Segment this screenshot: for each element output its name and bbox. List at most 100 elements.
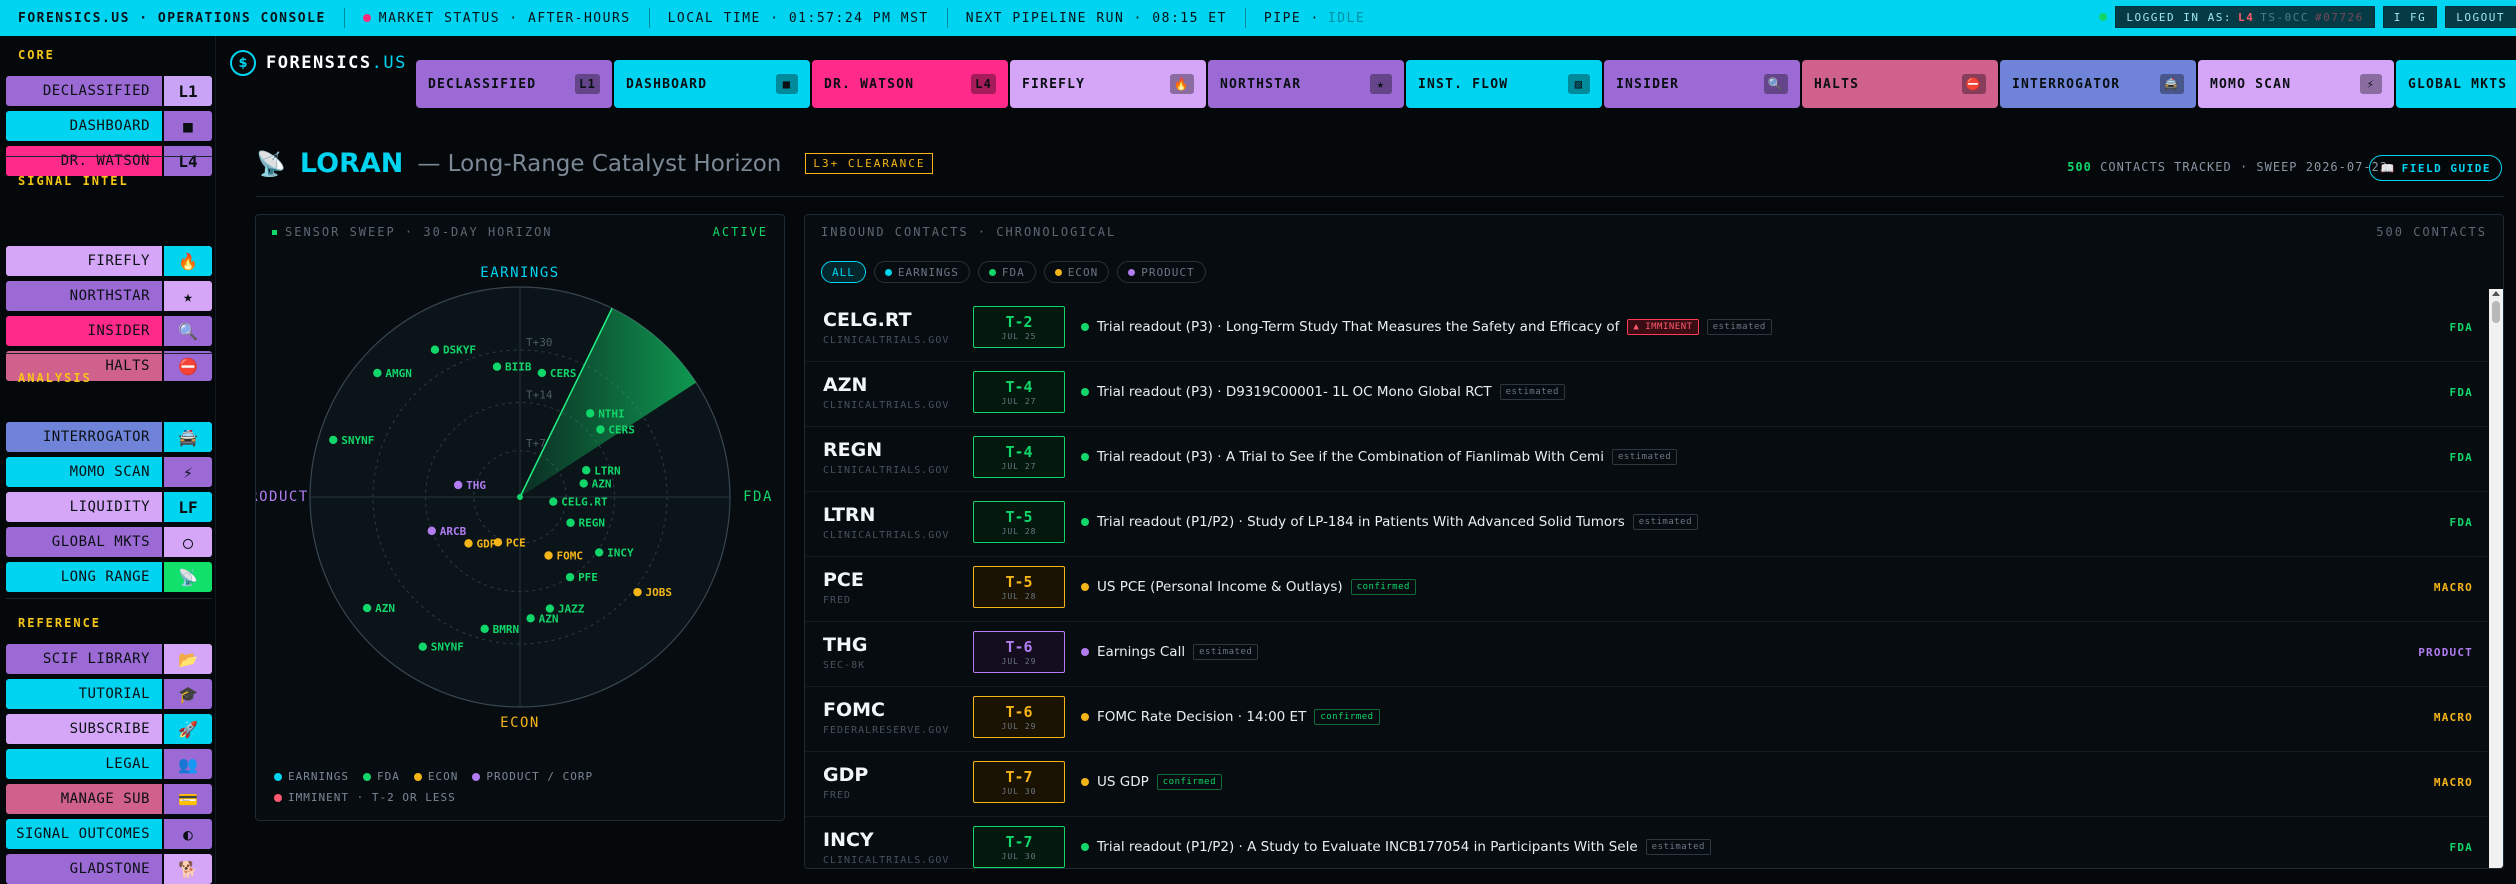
contact-event: Trial readout (P3) · D9319C00001- 1L OC … bbox=[1081, 384, 1565, 400]
filter-fda[interactable]: FDA bbox=[977, 261, 1036, 283]
radar-contact-dot bbox=[549, 497, 558, 506]
sidebar-item-insider[interactable]: INSIDER 🔍 bbox=[6, 316, 212, 346]
filter-econ[interactable]: ECON bbox=[1043, 261, 1110, 283]
radar-contact-label: THG bbox=[466, 479, 486, 492]
brand[interactable]: $ FORENSICS.US bbox=[230, 50, 407, 76]
confirmed-badge: confirmed bbox=[1156, 774, 1223, 790]
countdown-date: JUL 29 bbox=[1001, 722, 1037, 731]
scrollbar-thumb[interactable] bbox=[2492, 301, 2500, 323]
sidebar-item-interrogator[interactable]: INTERROGATOR 🚔 bbox=[6, 422, 212, 452]
logout-button[interactable]: LOGOUT bbox=[2445, 6, 2516, 28]
radar-ring-label: T+14 bbox=[526, 389, 553, 402]
radar-contact-label: LTRN bbox=[594, 464, 621, 477]
field-guide-button[interactable]: 📖 FIELD GUIDE bbox=[2369, 155, 2502, 181]
tab-global-mkts[interactable]: GLOBAL MKTS bbox=[2396, 60, 2516, 108]
contact-event: US PCE (Personal Income & Outlays) confir… bbox=[1081, 579, 1416, 595]
login-label: LOGGED IN AS: bbox=[2126, 10, 2232, 24]
tab-firefly[interactable]: FIREFLY 🔥 bbox=[1010, 60, 1206, 108]
sidebar-item-northstar[interactable]: NORTHSTAR ★ bbox=[6, 281, 212, 311]
radar-chart[interactable]: T+7 T+14 T+30 EARNINGS FDA ECON PRODUCT SNYNF AM… bbox=[256, 245, 786, 755]
sidebar-item-global-mkts[interactable]: GLOBAL MKTS ◯ bbox=[6, 527, 212, 557]
sidebar-item-momo-scan[interactable]: MOMO SCAN ⚡ bbox=[6, 457, 212, 487]
logged-in-chip: LOGGED IN AS: L4 TS-0CC #07726 bbox=[2115, 6, 2375, 28]
book-icon: 📖 bbox=[2380, 161, 2396, 175]
radar-center-dot bbox=[517, 494, 523, 500]
local-time: LOCAL TIME · 01:57:24 PM MST bbox=[650, 8, 948, 28]
contact-row[interactable]: CELG.RT CLINICALTRIALS.GOV T-2 JUL 25 Trial … bbox=[805, 297, 2487, 362]
tab-northstar[interactable]: NORTHSTAR ★ bbox=[1208, 60, 1404, 108]
sidebar-item-legal[interactable]: LEGAL 👥 bbox=[6, 749, 212, 779]
estimated-badge: estimated bbox=[1706, 319, 1772, 335]
sidebar-item-label: DASHBOARD bbox=[6, 111, 162, 141]
tab-dr-watson[interactable]: DR. WATSON L4 bbox=[812, 60, 1008, 108]
legend-dot bbox=[472, 772, 481, 781]
contact-row[interactable]: GDP FRED T-7 JUL 30 US GDP confirmed MACRO bbox=[805, 752, 2487, 817]
legend-item-fda: FDA bbox=[362, 770, 400, 783]
sidebar-item-gladstone[interactable]: GLADSTONE 🐕 bbox=[6, 854, 212, 884]
scroll-up-icon[interactable] bbox=[2492, 291, 2500, 296]
contact-event: Trial readout (P3) · Long-Term Study Tha… bbox=[1081, 319, 1772, 335]
sidebar-item-firefly[interactable]: FIREFLY 🔥 bbox=[6, 246, 212, 276]
countdown-date: JUL 27 bbox=[1001, 462, 1037, 471]
radar-legend: EARNINGS FDA ECON PRODUCT / CORP bbox=[274, 770, 593, 783]
countdown-badge: T-5 JUL 28 bbox=[973, 566, 1065, 608]
filter-dot bbox=[1128, 268, 1136, 276]
tab-label: INSIDER bbox=[1616, 76, 1680, 92]
scrollbar[interactable] bbox=[2489, 289, 2503, 868]
top-status-bar: FORENSICS.US · OPERATIONS CONSOLE MARKET… bbox=[0, 0, 2516, 36]
sidebar-item-liquidity[interactable]: LIQUIDITY LF bbox=[6, 492, 212, 522]
sidebar-item-signal-outcomes[interactable]: SIGNAL OUTCOMES ◐ bbox=[6, 819, 212, 849]
pipe-value: IDLE bbox=[1327, 10, 1366, 26]
sidebar-divider bbox=[6, 156, 212, 157]
tab-declassified[interactable]: DECLASSIFIED L1 bbox=[416, 60, 612, 108]
divider bbox=[256, 196, 2504, 197]
contact-row[interactable]: AZN CLINICALTRIALS.GOV T-4 JUL 27 Trial read… bbox=[805, 362, 2487, 427]
dog-icon: 🐕 bbox=[164, 854, 212, 884]
contact-source: SEC-8K bbox=[823, 660, 866, 671]
liquidity-badge: LF bbox=[164, 492, 212, 522]
market-status: MARKET STATUS · AFTER-HOURS bbox=[345, 8, 650, 28]
filter-product[interactable]: PRODUCT bbox=[1117, 261, 1206, 283]
legend-label: PRODUCT / CORP bbox=[486, 770, 594, 783]
sidebar-item-declassified[interactable]: DECLASSIFIED L1 bbox=[6, 76, 212, 106]
next-pipeline-run: NEXT PIPELINE RUN · 08:15 ET bbox=[948, 8, 1246, 28]
sidebar-item-scif-library[interactable]: SCIF LIBRARY 📂 bbox=[6, 644, 212, 674]
sidebar: CORE DECLASSIFIED L1 DASHBOARD ■ DR. WATSON L4… bbox=[0, 36, 216, 884]
contact-row[interactable]: PCE FRED T-5 JUL 28 US PCE (Personal Income … bbox=[805, 557, 2487, 622]
sidebar-item-long-range[interactable]: LONG RANGE 📡 bbox=[6, 562, 212, 592]
filter-all[interactable]: ALL bbox=[821, 261, 866, 283]
contact-row[interactable]: LTRN CLINICALTRIALS.GOV T-5 JUL 28 Trial rea… bbox=[805, 492, 2487, 557]
login-user: TS-0CC bbox=[2260, 10, 2309, 24]
sidebar-item-dashboard[interactable]: DASHBOARD ■ bbox=[6, 111, 212, 141]
legend-dot bbox=[274, 793, 282, 802]
sidebar-item-manage-sub[interactable]: MANAGE SUB 💳 bbox=[6, 784, 212, 814]
level-4-badge: L4 bbox=[971, 74, 996, 94]
fg-button[interactable]: I FG bbox=[2382, 6, 2438, 28]
page-subtitle: — Long-Range Catalyst Horizon bbox=[417, 150, 782, 177]
tab-halts[interactable]: HALTS ⛔ bbox=[1802, 60, 1998, 108]
countdown-badge: T-7 JUL 30 bbox=[973, 826, 1065, 868]
sidebar-item-tutorial[interactable]: TUTORIAL 🎓 bbox=[6, 679, 212, 709]
tab-interrogator[interactable]: INTERROGATOR 🚔 bbox=[2000, 60, 2196, 108]
contact-row[interactable]: FOMC FEDERALRESERVE.GOV T-6 JUL 29 FOMC Rate… bbox=[805, 687, 2487, 752]
sidebar-item-subscribe[interactable]: SUBSCRIBE 🚀 bbox=[6, 714, 212, 744]
folder-icon: 📂 bbox=[164, 644, 212, 674]
tab-inst-flow[interactable]: INST. FLOW ▨ bbox=[1406, 60, 1602, 108]
sidebar-item-label: GLOBAL MKTS bbox=[6, 527, 162, 557]
satellite-dish-icon: 📡 bbox=[256, 149, 286, 178]
radar-contact-dot bbox=[526, 614, 535, 623]
legend-item-earnings: EARNINGS bbox=[274, 770, 349, 783]
contact-row[interactable]: INCY CLINICALTRIALS.GOV T-7 JUL 30 Trial rea… bbox=[805, 817, 2487, 868]
filter-earnings[interactable]: EARNINGS bbox=[873, 261, 970, 283]
contact-row[interactable]: REGN CLINICALTRIALS.GOV T-4 JUL 27 Trial rea… bbox=[805, 427, 2487, 492]
sidebar-item-label: TUTORIAL bbox=[6, 679, 162, 709]
tab-insider[interactable]: INSIDER 🔍 bbox=[1604, 60, 1800, 108]
legend-item-product-corp: PRODUCT / CORP bbox=[472, 770, 593, 783]
tab-dashboard[interactable]: DASHBOARD ■ bbox=[614, 60, 810, 108]
tab-momo-scan[interactable]: MOMO SCAN ⚡ bbox=[2198, 60, 2394, 108]
radar-ring-label: T+30 bbox=[526, 336, 553, 349]
graduation-cap-icon: 🎓 bbox=[164, 679, 212, 709]
contact-row[interactable]: THG SEC-8K T-6 JUL 29 Earnings Call estimated… bbox=[805, 622, 2487, 687]
satellite-dish-icon: 📡 bbox=[164, 562, 212, 592]
radar-contact-label: DSKYF bbox=[443, 344, 476, 357]
